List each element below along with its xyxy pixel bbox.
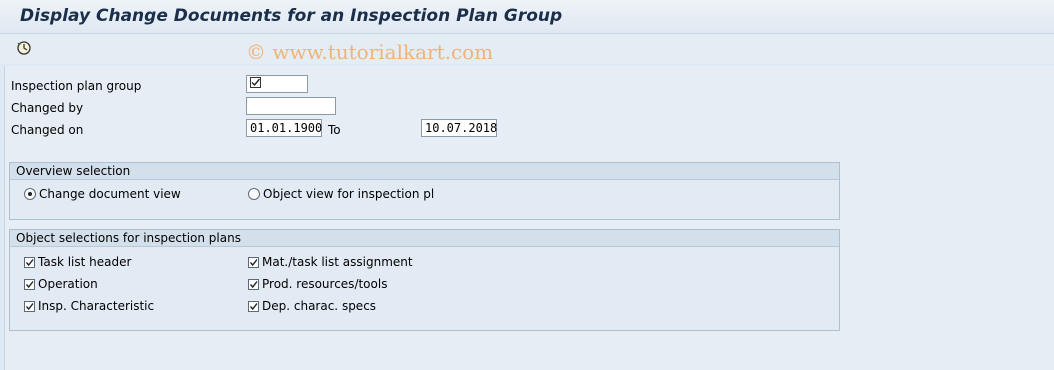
object-selections-title: Object selections for inspection plans xyxy=(10,230,839,247)
checkbox-checked-icon xyxy=(24,300,35,312)
checkbox-icon xyxy=(250,77,261,91)
checkbox-prod-resources-tools[interactable]: Prod. resources/tools xyxy=(248,277,387,291)
changed-on-to-label: To xyxy=(328,123,341,137)
checkbox-checked-icon xyxy=(248,300,259,312)
title-bar: Display Change Documents for an Inspecti… xyxy=(0,0,1054,34)
overview-selection-title: Overview selection xyxy=(10,163,839,180)
checkbox-label: Task list header xyxy=(38,255,132,269)
checkbox-task-list-header[interactable]: Task list header xyxy=(24,255,131,269)
radio-label: Change document view xyxy=(39,187,181,201)
checkbox-label: Dep. charac. specs xyxy=(262,299,377,313)
changed-by-label: Changed by xyxy=(11,101,84,115)
object-selections-group: Object selections for inspection plans T… xyxy=(9,229,840,331)
checkbox-checked-icon xyxy=(24,256,35,268)
execute-button[interactable] xyxy=(14,39,34,59)
application-toolbar xyxy=(0,34,1054,64)
checkbox-label: Insp. Characteristic xyxy=(38,299,155,313)
changed-by-field[interactable] xyxy=(246,97,336,115)
overview-selection-group: Overview selection Change document view … xyxy=(9,162,840,220)
radio-unselected-icon xyxy=(248,188,260,200)
selection-screen: Inspection plan group Changed by Changed… xyxy=(4,66,1054,370)
checkbox-operation[interactable]: Operation xyxy=(24,277,98,291)
inspection-plan-group-label: Inspection plan group xyxy=(11,79,142,93)
checkbox-insp-characteristic[interactable]: Insp. Characteristic xyxy=(24,299,154,313)
checkbox-label: Mat./task list assignment xyxy=(262,255,413,269)
checkbox-label: Prod. resources/tools xyxy=(262,277,388,291)
changed-on-to-field[interactable]: 10.07.2018 xyxy=(421,119,497,137)
radio-change-document-view[interactable]: Change document view xyxy=(24,187,181,201)
radio-selected-icon xyxy=(24,188,36,200)
checkbox-checked-icon xyxy=(248,278,259,290)
radio-label: Object view for inspection pl xyxy=(263,187,435,201)
changed-on-from-field[interactable]: 01.01.1900 xyxy=(246,119,322,137)
checkbox-label: Operation xyxy=(38,277,98,291)
page-title: Display Change Documents for an Inspecti… xyxy=(20,6,563,26)
checkbox-checked-icon xyxy=(24,278,35,290)
checkbox-checked-icon xyxy=(248,256,259,268)
checkbox-mat-task-list-assignment[interactable]: Mat./task list assignment xyxy=(248,255,413,269)
execute-clock-icon xyxy=(16,40,32,59)
watermark: © www.tutorialkart.com xyxy=(246,40,494,64)
inspection-plan-group-field[interactable] xyxy=(246,75,308,93)
checkbox-dep-charac-specs[interactable]: Dep. charac. specs xyxy=(248,299,376,313)
radio-object-view[interactable]: Object view for inspection pl xyxy=(248,187,434,201)
changed-on-label: Changed on xyxy=(11,123,84,137)
